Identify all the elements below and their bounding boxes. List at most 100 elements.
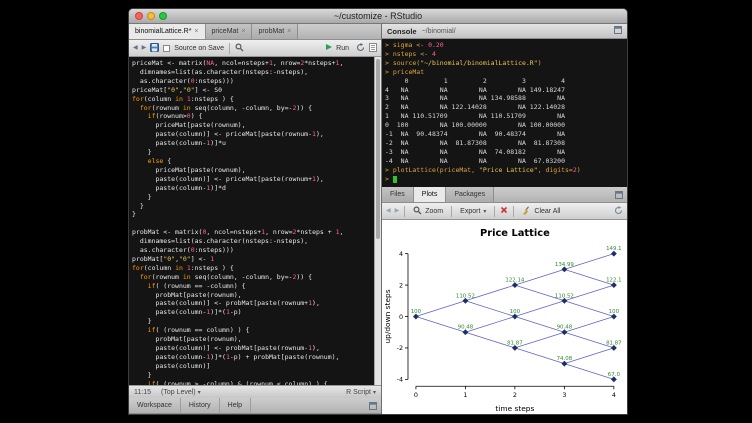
tab-label: priceMat xyxy=(212,28,239,35)
main-area: binomialLattice.R*×priceMat×probMat× ◀ ▶… xyxy=(129,24,627,414)
console-cursor xyxy=(393,176,397,183)
svg-text:67.0: 67.0 xyxy=(608,372,621,378)
editor-tab-binomiallattice-r[interactable]: binomialLattice.R*× xyxy=(129,24,206,39)
restore-pane-icon[interactable] xyxy=(369,398,381,413)
chevron-down-icon: ▾ xyxy=(198,389,201,396)
viewer-tab-bar: FilesPlotsPackages xyxy=(382,187,627,203)
file-type-label: R Script xyxy=(346,389,371,396)
svg-text:time steps: time steps xyxy=(495,404,534,413)
back-icon[interactable]: ◀ xyxy=(133,45,138,51)
editor-wrap: priceMat <- matrix(NA, ncol=nsteps+1, nr… xyxy=(129,57,381,385)
svg-text:81.87: 81.87 xyxy=(507,340,523,346)
tab-close-icon[interactable]: × xyxy=(194,28,198,35)
svg-text:0: 0 xyxy=(414,391,418,399)
toolbar-separator xyxy=(404,206,405,217)
bottom-left-tab-bar: WorkspaceHistoryHelp xyxy=(129,398,381,414)
svg-text:1: 1 xyxy=(463,391,467,399)
svg-text:4: 4 xyxy=(399,250,403,258)
broom-icon xyxy=(522,206,531,217)
svg-text:up/down steps: up/down steps xyxy=(383,289,392,343)
console-tab[interactable]: Console xyxy=(387,27,417,36)
editor-scrollbar[interactable] xyxy=(374,57,381,385)
magnifier-icon xyxy=(413,206,422,217)
clear-all-label: Clear All xyxy=(534,208,560,215)
bottom-tab-workspace[interactable]: Workspace xyxy=(129,398,181,413)
toolbar-separator xyxy=(451,206,452,217)
scope-label: (Top Level) xyxy=(161,389,196,396)
bottom-tab-help[interactable]: Help xyxy=(220,398,251,413)
svg-text:100: 100 xyxy=(609,309,620,315)
toolbar-separator xyxy=(513,206,514,217)
plot-back-icon[interactable]: ◀ xyxy=(386,208,391,214)
right-column: Console ~/binomial/ > sigma <- 0.20> nst… xyxy=(382,24,627,414)
svg-text:90.48: 90.48 xyxy=(458,325,474,331)
viewer-tab-plots[interactable]: Plots xyxy=(414,187,447,202)
console-output[interactable]: > sigma <- 0.20> nsteps <- 4> source("~/… xyxy=(382,39,627,187)
chevron-down-icon: ▾ xyxy=(373,389,376,396)
refresh-icon[interactable] xyxy=(614,206,623,217)
toolbar-separator xyxy=(229,43,230,54)
export-label: Export xyxy=(460,208,480,215)
find-icon[interactable] xyxy=(235,43,244,54)
editor-tab-bar: binomialLattice.R*×priceMat×probMat× xyxy=(129,24,381,40)
save-icon[interactable] xyxy=(150,43,159,54)
code-editor[interactable]: priceMat <- matrix(NA, ncol=nsteps+1, nr… xyxy=(129,57,374,385)
scope-selector[interactable]: (Top Level) ▾ xyxy=(161,389,201,396)
editor-tab-probmat[interactable]: probMat× xyxy=(252,24,298,39)
svg-text:Price Lattice: Price Lattice xyxy=(480,228,550,239)
source-pane: binomialLattice.R*×priceMat×probMat× ◀ ▶… xyxy=(129,24,382,414)
console-path: ~/binomial/ xyxy=(422,28,456,35)
rstudio-window: ~/customize - RStudio binomialLattice.R*… xyxy=(128,8,628,415)
svg-text:122.14: 122.14 xyxy=(505,278,525,284)
svg-text:74.08: 74.08 xyxy=(557,356,573,362)
zoom-label: Zoom xyxy=(425,208,443,215)
svg-text:81.87: 81.87 xyxy=(606,340,622,346)
minimize-button[interactable] xyxy=(147,12,155,20)
svg-text:110.52: 110.52 xyxy=(555,293,574,299)
svg-text:3: 3 xyxy=(562,391,566,399)
run-button[interactable]: Run xyxy=(322,42,352,54)
price-lattice-plot: Price Lattice 0 1 2 3 4 time steps -4 -2 0 2 4 up/do… xyxy=(382,220,627,414)
plots-toolbar: ◀ ▶ Zoom Export ▾ Clear All xyxy=(382,203,627,220)
svg-text:0: 0 xyxy=(399,313,403,321)
svg-text:4: 4 xyxy=(612,391,616,399)
viewer-tab-files[interactable]: Files xyxy=(382,187,414,202)
forward-icon[interactable]: ▶ xyxy=(142,45,147,51)
tab-label: probMat xyxy=(258,28,284,35)
svg-text:2: 2 xyxy=(399,281,403,289)
file-type-selector[interactable]: R Script ▾ xyxy=(346,389,376,396)
svg-text:-2: -2 xyxy=(397,344,403,352)
rerun-icon[interactable] xyxy=(356,43,365,54)
scrollbar-thumb[interactable] xyxy=(376,59,380,239)
svg-text:90.48: 90.48 xyxy=(557,325,573,331)
source-file-icon[interactable] xyxy=(369,43,377,54)
svg-text:122.1: 122.1 xyxy=(606,278,622,284)
source-on-save-checkbox[interactable] xyxy=(163,45,170,52)
editor-tab-pricemat[interactable]: priceMat× xyxy=(206,24,253,39)
tab-close-icon[interactable]: × xyxy=(287,28,291,35)
zoom-window-button[interactable] xyxy=(159,12,167,20)
remove-plot-icon[interactable] xyxy=(500,206,508,216)
window-title: ~/customize - RStudio xyxy=(129,9,627,24)
tab-close-icon[interactable]: × xyxy=(241,28,245,35)
editor-toolbar: ◀ ▶ Source on Save Run xyxy=(129,40,381,57)
run-label: Run xyxy=(336,45,349,52)
export-button[interactable]: Export ▾ xyxy=(457,207,489,216)
svg-text:149.1: 149.1 xyxy=(606,246,622,252)
clear-all-button[interactable]: Clear All xyxy=(519,205,563,218)
close-button[interactable] xyxy=(135,12,143,20)
source-on-save-label: Source on Save xyxy=(174,45,224,52)
run-icon xyxy=(325,43,333,53)
svg-text:-4: -4 xyxy=(397,376,403,384)
plot-forward-icon[interactable]: ▶ xyxy=(395,208,400,214)
titlebar[interactable]: ~/customize - RStudio xyxy=(129,9,627,24)
minimize-pane-icon[interactable] xyxy=(615,187,627,202)
bottom-tab-history[interactable]: History xyxy=(181,398,220,413)
maximize-pane-icon[interactable] xyxy=(614,26,622,36)
tab-label: binomialLattice.R* xyxy=(135,28,191,35)
zoom-button[interactable]: Zoom xyxy=(410,205,446,218)
svg-text:110.52: 110.52 xyxy=(456,293,475,299)
svg-text:2: 2 xyxy=(513,391,517,399)
viewer-tab-packages[interactable]: Packages xyxy=(446,187,494,202)
chevron-down-icon: ▾ xyxy=(483,208,486,215)
